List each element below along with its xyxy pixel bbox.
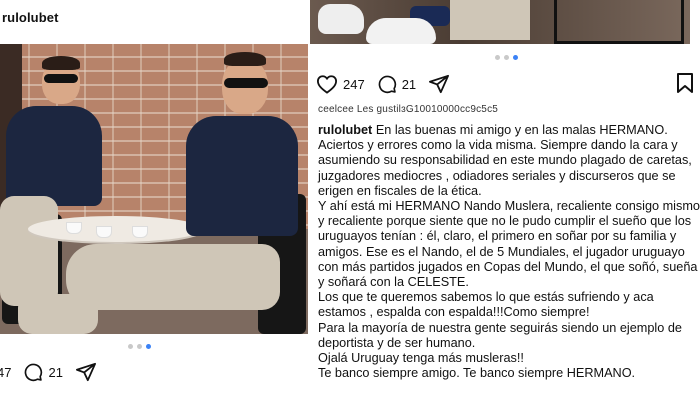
photo-cup bbox=[96, 226, 112, 238]
carousel-dot bbox=[495, 55, 500, 60]
photo-table bbox=[28, 216, 203, 242]
username-link[interactable]: rulolubet bbox=[2, 10, 59, 25]
paper-plane-icon[interactable] bbox=[428, 74, 450, 94]
caption-paragraph: rulolubet En las buenas mi amigo y en la… bbox=[318, 123, 700, 199]
post-actions: 247 21 bbox=[316, 72, 696, 96]
caption-paragraph: Los que te queremos sabemos lo que estás… bbox=[318, 290, 654, 320]
photo-chair bbox=[554, 0, 684, 44]
photo-shoe bbox=[318, 4, 364, 34]
photo-shoe bbox=[366, 18, 436, 44]
caption-username[interactable]: rulolubet bbox=[318, 123, 372, 137]
photo-cup bbox=[132, 226, 148, 238]
carousel-dot bbox=[504, 55, 509, 60]
caption-paragraph: Te banco siempre amigo. Te banco siempre… bbox=[318, 366, 636, 381]
left-post: rulolubet 47 21 bbox=[0, 0, 308, 395]
caption-paragraph: Ojalá Uruguay tenga más musleras!! bbox=[318, 351, 524, 366]
heart-icon[interactable] bbox=[316, 74, 338, 94]
liked-by-text[interactable]: ceelcee Les gustilɜG10010000cc9c5c5 bbox=[318, 104, 498, 115]
comment-icon[interactable] bbox=[23, 362, 43, 382]
caption-paragraph: Para la mayoría de nuestra gente seguirá… bbox=[318, 320, 682, 350]
bookmark-icon[interactable] bbox=[676, 72, 694, 94]
caption-paragraph: Y ahí está mi HERMANO Nando Muslera, rec… bbox=[318, 199, 700, 290]
post-photo[interactable] bbox=[310, 0, 690, 44]
carousel-dot-active bbox=[146, 344, 151, 349]
carousel-dot bbox=[137, 344, 142, 349]
paper-plane-icon[interactable] bbox=[75, 362, 97, 382]
right-post: 247 21 ceelcee Les gustilɜG10010000cc9c5… bbox=[310, 0, 700, 395]
post-photo[interactable] bbox=[0, 44, 308, 334]
carousel-indicator bbox=[128, 344, 151, 349]
carousel-dot bbox=[128, 344, 133, 349]
carousel-dot-active bbox=[513, 55, 518, 60]
likes-count: 47 bbox=[0, 364, 12, 380]
post-caption: rulolubet En las buenas mi amigo y en la… bbox=[318, 123, 700, 381]
comments-count: 21 bbox=[401, 76, 417, 92]
carousel-indicator bbox=[495, 55, 518, 60]
post-header: rulolubet bbox=[0, 0, 308, 44]
photo-pants bbox=[450, 0, 530, 40]
likes-count[interactable]: 247 bbox=[343, 77, 365, 92]
caption-text: En las buenas mi amigo y en las malas HE… bbox=[318, 123, 692, 198]
photo-cup bbox=[66, 222, 82, 234]
comments-count: 21 bbox=[48, 364, 63, 380]
post-actions: 47 21 bbox=[0, 360, 97, 384]
comment-icon[interactable] bbox=[377, 74, 397, 94]
